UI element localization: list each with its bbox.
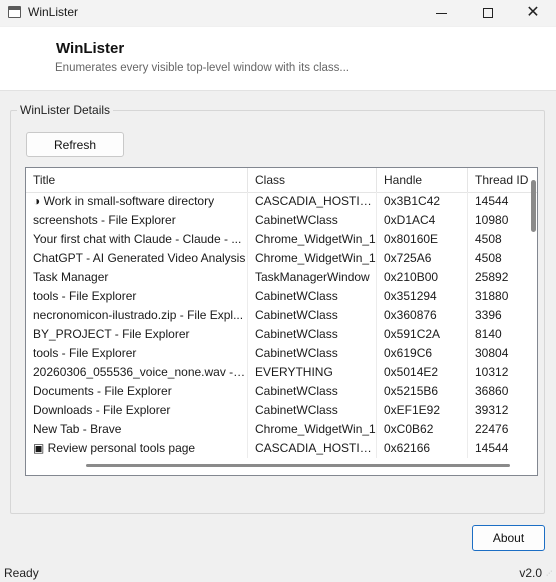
cell-handle: 0x210B00: [377, 268, 468, 287]
column-header-title[interactable]: Title: [26, 168, 248, 193]
cell-handle: 0x360876: [377, 306, 468, 325]
cell-class: Chrome_WidgetWin_1: [248, 420, 377, 439]
cell-title: New Tab - Brave: [26, 420, 248, 439]
cell-handle: 0x619C6: [377, 344, 468, 363]
cell-class: CabinetWClass: [248, 382, 377, 401]
cell-thread-id: 25892: [475, 270, 509, 284]
cell-thread-id: 3396: [475, 308, 502, 322]
cell-class: TaskManagerWindow: [248, 268, 377, 287]
window-list[interactable]: Title Class Handle Thread ID ◑ Work in s…: [25, 167, 538, 476]
cell-title: Task Manager: [26, 268, 248, 287]
cell-title: ◑ Work in small-software directory: [26, 192, 248, 211]
cell-title: Documents - File Explorer: [26, 382, 248, 401]
status-text: Ready: [4, 566, 39, 580]
cell-class: Chrome_WidgetWin_1: [248, 230, 377, 249]
table-row[interactable]: New Tab - Brave Chrome_WidgetWin_1 0xC0B62…: [26, 420, 537, 439]
table-row[interactable]: tools - File Explorer CabinetWClass 0x3512…: [26, 287, 537, 306]
cell-class: CabinetWClass: [248, 344, 377, 363]
cell-class: EVERYTHING: [248, 363, 377, 382]
about-button[interactable]: About: [472, 525, 545, 551]
window-title: WinLister: [28, 5, 79, 19]
header-banner: WinLister Enumerates every visible top-l…: [0, 27, 556, 91]
column-header-class[interactable]: Class: [248, 168, 377, 193]
close-icon: ✕: [526, 4, 540, 21]
table-row[interactable]: 20260306_055536_voice_none.wav - Ev... EV…: [26, 363, 537, 382]
cell-handle: 0x3B1C42: [377, 192, 468, 211]
cell-handle: 0x62166: [377, 439, 468, 458]
cell-thread-id: 4508: [475, 251, 502, 265]
version-label: v2.0: [519, 566, 542, 580]
cell-handle: 0x5215B6: [377, 382, 468, 401]
resize-grip-icon[interactable]: ⋰: [546, 571, 554, 580]
cell-title: Your first chat with Claude - Claude - .…: [26, 230, 248, 249]
cell-title: ChatGPT - AI Generated Video Analysis: [26, 249, 248, 268]
cell-handle: 0xD1AC4: [377, 211, 468, 230]
status-bar: Ready v2.0 ⋰: [0, 564, 556, 582]
cell-title: 20260306_055536_voice_none.wav - Ev...: [26, 363, 248, 382]
title-bar[interactable]: WinLister ✕: [0, 0, 556, 26]
cell-title: tools - File Explorer: [26, 344, 248, 363]
list-rows: ◑ Work in small-software directory CASCAD…: [26, 192, 537, 458]
column-header-handle[interactable]: Handle: [377, 168, 468, 193]
table-row[interactable]: necronomicon-ilustrado.zip - File Expl..…: [26, 306, 537, 325]
cell-class: CabinetWClass: [248, 306, 377, 325]
table-row[interactable]: Documents - File Explorer CabinetWClass 0x…: [26, 382, 537, 401]
cell-thread-id: 10980: [475, 213, 509, 227]
header-subtitle: Enumerates every visible top-level windo…: [55, 62, 350, 74]
cell-handle: 0xEF1E92: [377, 401, 468, 420]
cell-thread-id: 14544: [475, 194, 509, 208]
table-row[interactable]: Task Manager TaskManagerWindow 0x210B00 258…: [26, 268, 537, 287]
cell-thread-id: 4508: [475, 232, 502, 246]
list-header: Title Class Handle Thread ID: [26, 168, 537, 193]
table-row[interactable]: BY_PROJECT - File Explorer CabinetWClass 0…: [26, 325, 537, 344]
vertical-scrollbar[interactable]: [531, 180, 536, 232]
cell-thread-id: 22476: [475, 422, 509, 436]
cell-title: tools - File Explorer: [26, 287, 248, 306]
cell-handle: 0x351294: [377, 287, 468, 306]
cell-thread-id: 36860: [475, 384, 509, 398]
minimize-icon: [435, 12, 447, 14]
cell-thread-id: 30804: [475, 346, 509, 360]
cell-handle: 0x591C2A: [377, 325, 468, 344]
cell-thread-id: 10312: [475, 365, 509, 379]
table-row[interactable]: ChatGPT - AI Generated Video Analysis Chr…: [26, 249, 537, 268]
cell-class: CabinetWClass: [248, 211, 377, 230]
table-row[interactable]: tools - File Explorer CabinetWClass 0x619C…: [26, 344, 537, 363]
cell-thread-id: 39312: [475, 403, 509, 417]
cell-title: ▣ Review personal tools page: [26, 439, 248, 458]
cell-class: CabinetWClass: [248, 287, 377, 306]
cell-class: CabinetWClass: [248, 325, 377, 344]
horizontal-scrollbar[interactable]: [86, 464, 510, 467]
table-row[interactable]: ◑ Work in small-software directory CASCAD…: [26, 192, 537, 211]
cell-handle: 0x80160E: [377, 230, 468, 249]
cell-class: CASCADIA_HOSTIN...: [248, 192, 377, 211]
table-row[interactable]: screenshots - File Explorer CabinetWClass…: [26, 211, 537, 230]
maximize-icon: [483, 8, 493, 18]
app-window-icon: [8, 6, 21, 18]
cell-thread-id: 8140: [475, 327, 502, 341]
cell-title: necronomicon-ilustrado.zip - File Expl..…: [26, 306, 248, 325]
column-header-thread-id[interactable]: Thread ID: [468, 168, 537, 193]
cell-handle: 0x5014E2: [377, 363, 468, 382]
cell-handle: 0x725A6: [377, 249, 468, 268]
cell-title: BY_PROJECT - File Explorer: [26, 325, 248, 344]
maximize-button[interactable]: [465, 0, 511, 26]
cell-title: screenshots - File Explorer: [26, 211, 248, 230]
cell-thread-id: 31880: [475, 289, 509, 303]
table-row[interactable]: Downloads - File Explorer CabinetWClass 0x…: [26, 401, 537, 420]
cell-class: CabinetWClass: [248, 401, 377, 420]
cell-class: CASCADIA_HOSTIN...: [248, 439, 377, 458]
cell-handle: 0xC0B62: [377, 420, 468, 439]
cell-thread-id: 14544: [475, 441, 509, 455]
header-title: WinLister: [56, 40, 125, 57]
groupbox-label: WinLister Details: [17, 103, 114, 117]
cell-class: Chrome_WidgetWin_1: [248, 249, 377, 268]
table-row[interactable]: ▣ Review personal tools page CASCADIA_HOS…: [26, 439, 537, 458]
refresh-button[interactable]: Refresh: [26, 132, 124, 157]
cell-title: Downloads - File Explorer: [26, 401, 248, 420]
minimize-button[interactable]: [418, 0, 464, 26]
table-row[interactable]: Your first chat with Claude - Claude - .…: [26, 230, 537, 249]
close-button[interactable]: ✕: [510, 0, 556, 26]
